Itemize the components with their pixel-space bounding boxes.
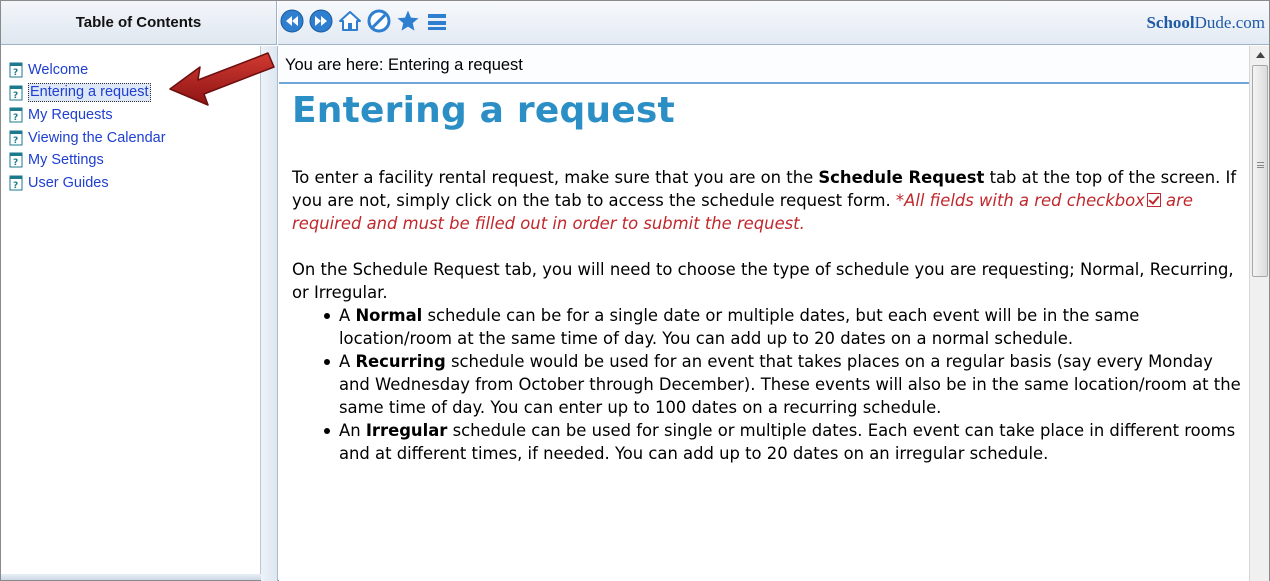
schedule-types-list: A Normal schedule can be for a single da… — [292, 304, 1242, 465]
back-icon[interactable] — [280, 9, 304, 33]
svg-text:?: ? — [13, 91, 18, 101]
help-topic-icon: ? — [9, 62, 23, 78]
schedule-intro: On the Schedule Request tab, you will ne… — [292, 260, 1234, 302]
toolbar: SchoolDude.com — [278, 1, 1269, 45]
favorite-star-icon[interactable] — [396, 9, 420, 33]
vertical-scrollbar[interactable] — [1249, 46, 1269, 581]
list-item-irregular: An Irregular schedule can be used for si… — [322, 419, 1242, 465]
stop-icon[interactable] — [367, 9, 391, 33]
toc-item-my-requests[interactable]: ? My Requests — [9, 104, 166, 127]
help-topic-icon: ? — [9, 175, 23, 191]
forward-icon[interactable] — [309, 9, 333, 33]
svg-text:?: ? — [13, 158, 18, 168]
help-topic-icon: ? — [9, 107, 23, 123]
intro-paragraph: To enter a facility rental request, make… — [292, 168, 1237, 233]
toc-item-welcome[interactable]: ? Welcome — [9, 59, 166, 82]
print-icon[interactable] — [425, 9, 449, 33]
red-checkbox-icon — [1146, 193, 1161, 207]
breadcrumb: You are here: Entering a request — [285, 56, 523, 74]
toc-item-user-guides[interactable]: ? User Guides — [9, 172, 166, 195]
scrollbar-thumb[interactable] — [1252, 65, 1268, 277]
scroll-up-arrow-icon[interactable] — [1250, 46, 1270, 64]
help-topic-icon: ? — [9, 130, 23, 146]
help-topic-icon: ? — [9, 152, 23, 168]
svg-text:?: ? — [13, 113, 18, 123]
toc-item-entering-a-request[interactable]: ? Entering a request — [9, 82, 166, 105]
list-item-normal: A Normal schedule can be for a single da… — [322, 304, 1242, 350]
svg-text:?: ? — [13, 136, 18, 146]
topic-body: To enter a facility rental request, make… — [292, 166, 1242, 465]
page-title: Entering a request — [292, 90, 675, 131]
list-item-recurring: A Recurring schedule would be used for a… — [322, 350, 1242, 419]
home-icon[interactable] — [338, 9, 362, 33]
annotation-arrow-icon — [169, 52, 275, 106]
toc-item-viewing-the-calendar[interactable]: ? Viewing the Calendar — [9, 127, 166, 150]
svg-text:?: ? — [13, 181, 18, 191]
toc-header: Table of Contents — [1, 1, 277, 45]
breadcrumb-bar: You are here: Entering a request — [279, 46, 1249, 84]
svg-text:?: ? — [13, 68, 18, 78]
schooldude-logo: SchoolDude.com — [1146, 13, 1265, 32]
toc-pane: ? Welcome ? Entering a request ? My Requ… — [1, 46, 261, 580]
help-topic-icon: ? — [9, 85, 23, 101]
topic-content: You are here: Entering a request Enterin… — [279, 46, 1249, 581]
toc-list: ? Welcome ? Entering a request ? My Requ… — [9, 59, 166, 194]
toc-title: Table of Contents — [75, 14, 202, 31]
pane-splitter[interactable] — [261, 46, 278, 581]
toc-item-my-settings[interactable]: ? My Settings — [9, 149, 166, 172]
toc-pane-bottom-edge — [1, 574, 261, 580]
